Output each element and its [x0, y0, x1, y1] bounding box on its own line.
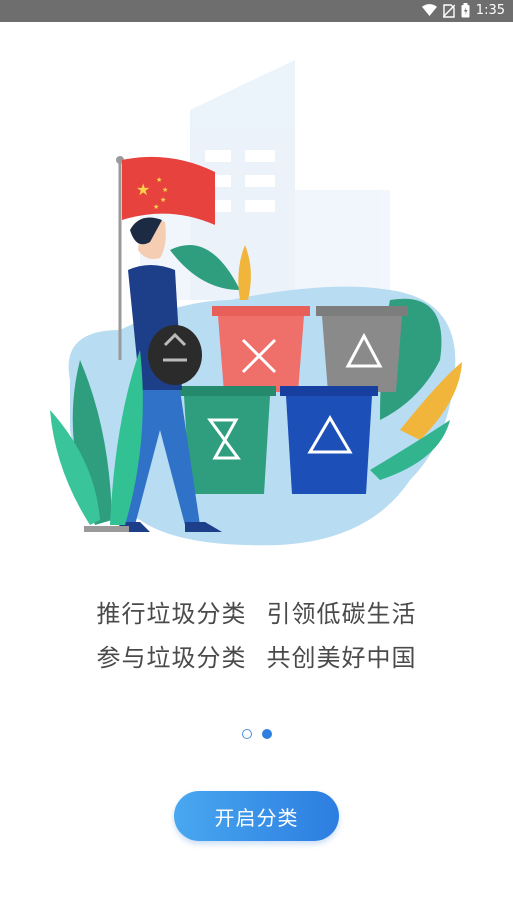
no-sim-icon — [442, 3, 455, 18]
page-dot-2[interactable] — [261, 729, 272, 739]
svg-text:★: ★ — [162, 186, 168, 194]
svg-text:★: ★ — [160, 196, 166, 204]
gray-bin — [316, 306, 408, 392]
start-sorting-button[interactable]: 开启分类 — [174, 791, 339, 841]
red-bin — [212, 306, 310, 392]
slogan-text: 共创美好中国 — [266, 644, 417, 672]
slogan-text: 参与垃圾分类 — [96, 644, 247, 672]
battery-icon — [461, 3, 470, 18]
blue-bin — [280, 386, 378, 494]
page-indicator — [0, 729, 513, 739]
status-time: 1:35 — [475, 3, 505, 18]
svg-text:★: ★ — [156, 176, 162, 184]
svg-text:★: ★ — [153, 203, 159, 211]
page-dot-1[interactable] — [241, 729, 252, 739]
wifi-icon — [421, 4, 437, 16]
slogan-line-1: 推行垃圾分类 引领低碳生活 — [0, 594, 513, 629]
slogan-line-2: 参与垃圾分类 共创美好中国 — [0, 638, 513, 673]
garbage-sorting-illustration: ★ ★ ★ ★ ★ — [50, 60, 462, 546]
slogan-text: 引领低碳生活 — [266, 600, 417, 628]
status-bar: 1:35 — [0, 0, 513, 22]
slogan-text: 推行垃圾分类 — [96, 600, 247, 628]
svg-text:★: ★ — [136, 180, 150, 199]
